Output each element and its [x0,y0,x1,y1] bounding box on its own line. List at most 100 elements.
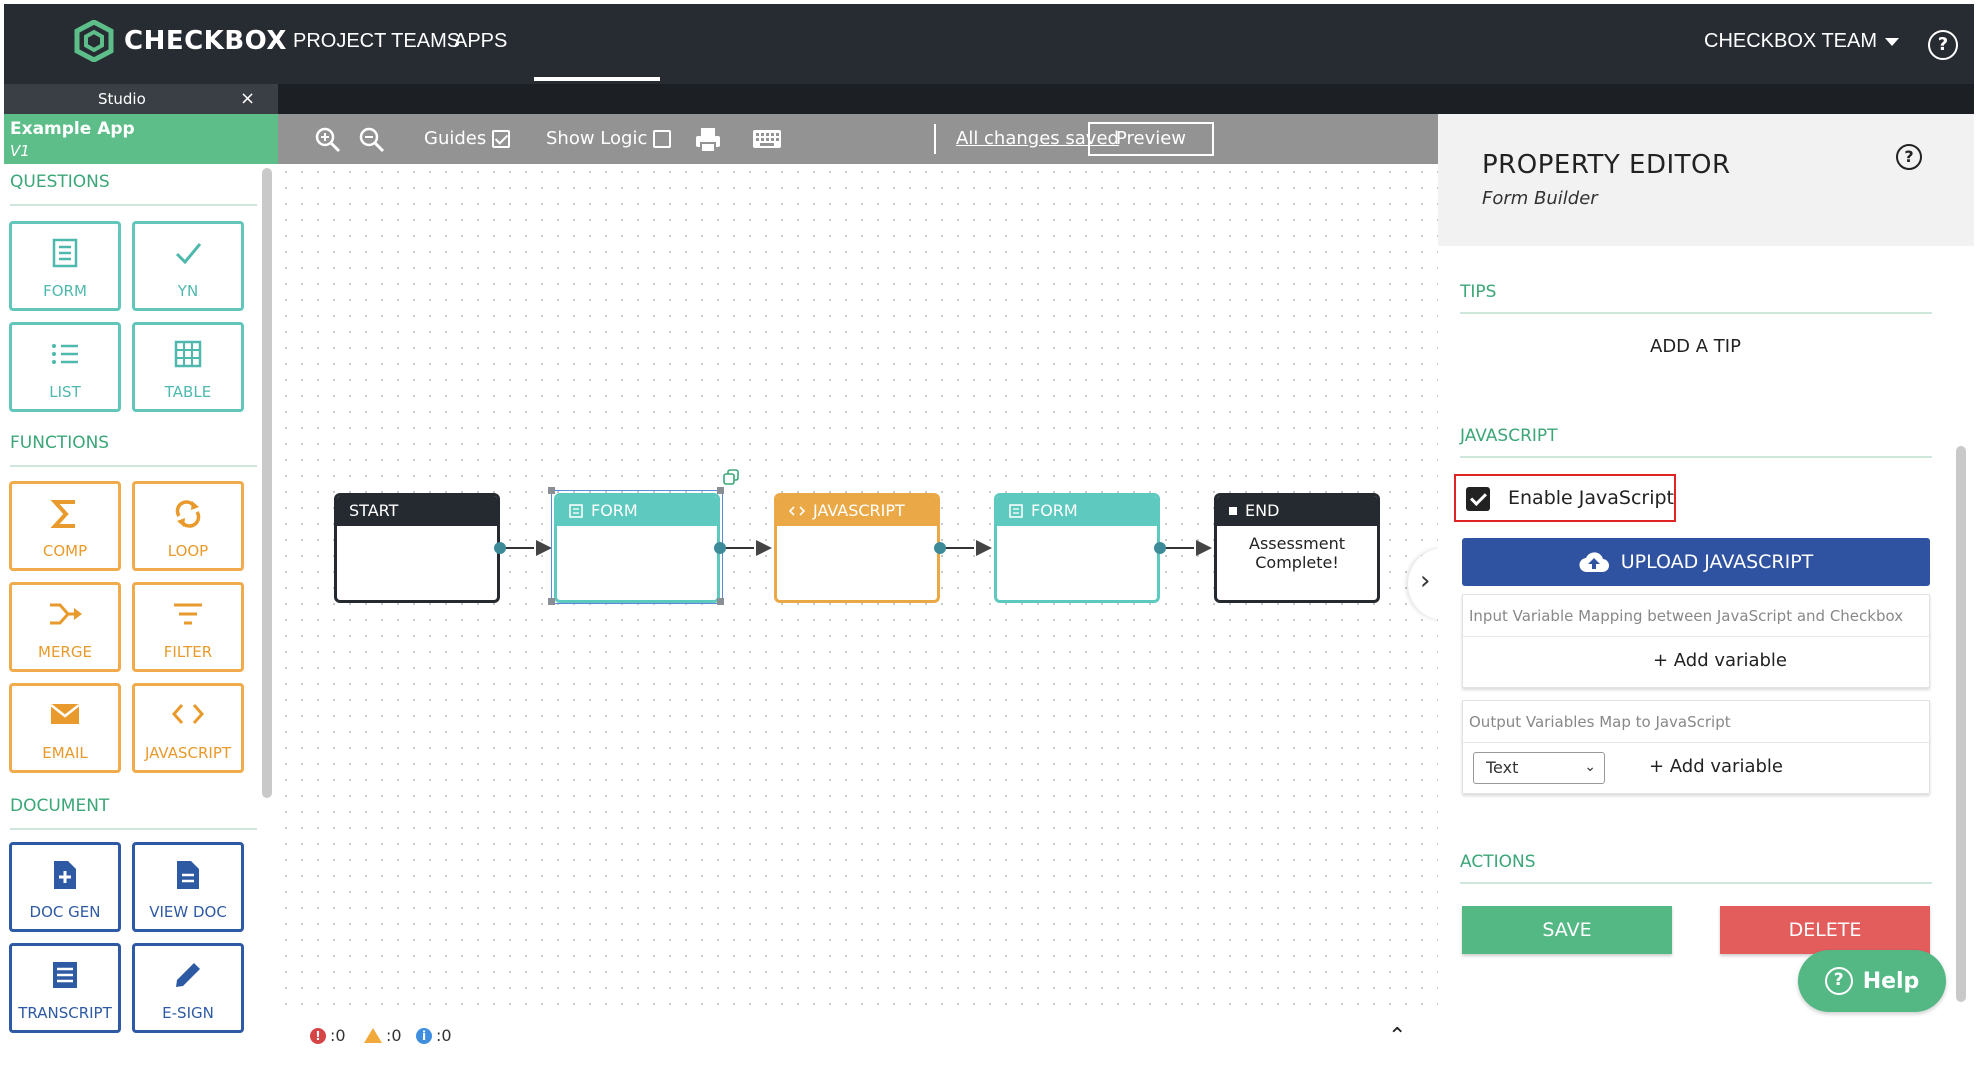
nav-apps[interactable]: APPS [454,30,507,53]
show-logic-toggle[interactable]: Show Logic [546,128,672,149]
team-menu-label: CHECKBOX TEAM [1704,30,1877,52]
enable-javascript-toggle[interactable]: Enable JavaScript [1454,474,1676,522]
save-button[interactable]: SAVE [1462,906,1672,954]
tile-label: LOOP [167,542,209,560]
status-info[interactable]: i :0 [416,1026,452,1045]
check-icon [175,243,202,265]
tile-transcript[interactable]: TRANSCRIPT [9,943,121,1033]
section-divider [10,465,257,467]
tile-email[interactable]: EMAIL [9,683,121,773]
stop-square-icon [1229,507,1237,515]
flow-node-end[interactable]: END Assessment Complete! [1214,493,1380,603]
doc-icon [177,861,199,889]
tile-e-sign[interactable]: E-SIGN [132,943,244,1033]
doc-plus-icon [54,861,76,889]
chevron-right-icon: › [1420,566,1431,596]
save-status-link[interactable]: All changes saved [956,128,1119,149]
tile-doc-gen[interactable]: DOC GEN [9,842,121,932]
section-questions: QUESTIONS [10,172,110,192]
guides-label: Guides [424,128,487,149]
duplicate-icon[interactable] [722,468,740,486]
print-icon[interactable] [694,126,722,154]
question-circle-icon[interactable]: ? [1896,144,1922,170]
add-output-variable-button[interactable]: + Add variable [1649,756,1783,777]
resize-handle[interactable] [717,598,724,605]
tile-merge[interactable]: MERGE [9,582,121,672]
cloud-upload-icon [1579,552,1609,573]
node-port[interactable] [714,542,726,554]
transcript-icon [53,962,77,988]
error-icon: ! [310,1027,326,1044]
output-variable-mapping-card: Output Variables Map to JavaScript Text … [1462,700,1930,794]
close-icon[interactable]: × [240,88,255,109]
sidebar-scrollbar[interactable] [262,168,272,798]
zoom-in-icon[interactable] [314,126,342,154]
tile-comp[interactable]: COMP [9,481,121,571]
guides-checkbox[interactable] [492,129,511,148]
tile-filter[interactable]: FILTER [132,582,244,672]
node-port[interactable] [494,542,506,554]
flow-node-javascript[interactable]: JAVASCRIPT [774,493,940,603]
resize-handle[interactable] [717,487,724,494]
nav-project-teams[interactable]: PROJECT TEAMS [293,30,460,53]
tile-javascript[interactable]: JAVASCRIPT [132,683,244,773]
add-input-variable-button[interactable]: + Add variable [1653,650,1787,671]
form-icon [1009,504,1023,518]
help-button[interactable]: ? Help [1798,950,1946,1012]
brand-logo[interactable]: CHECKBOX [74,20,287,62]
node-body: Assessment Complete! [1217,526,1377,572]
tile-label: TRANSCRIPT [18,1004,112,1022]
app-version: V1 [10,142,30,160]
guides-toggle[interactable]: Guides [424,128,511,149]
keyboard-icon[interactable] [752,128,782,150]
property-editor-header [1438,114,1974,246]
property-editor-subtitle: Form Builder [1482,188,1598,209]
tile-label: EMAIL [42,744,88,762]
output-type-select[interactable]: Text ⌄ [1473,752,1605,784]
status-warnings[interactable]: :0 [364,1026,402,1045]
sigma-icon [50,500,75,528]
tile-loop[interactable]: LOOP [132,481,244,571]
help-label: Help [1862,968,1920,994]
node-header: END [1217,496,1377,526]
node-port[interactable] [934,542,946,554]
delete-button[interactable]: DELETE [1720,906,1930,954]
node-title: JAVASCRIPT [813,501,905,520]
section-tips: TIPS [1460,282,1497,302]
upload-javascript-button[interactable]: UPLOAD JAVASCRIPT [1462,538,1930,586]
node-port[interactable] [1154,542,1166,554]
resize-handle[interactable] [548,598,555,605]
add-tip-button[interactable]: ADD A TIP [1650,336,1741,357]
canvas-toolbar: Guides Show Logic Preview All changes sa… [278,114,1438,164]
enable-javascript-checkbox[interactable] [1466,487,1490,511]
show-logic-checkbox[interactable] [653,129,672,148]
filter-icon [174,603,202,625]
flow-node-form-2[interactable]: FORM [994,493,1160,603]
node-body-line: Assessment [1249,534,1345,553]
tile-form[interactable]: FORM [9,221,121,311]
arrow-head-icon [536,540,552,556]
upload-javascript-label: UPLOAD JAVASCRIPT [1620,551,1814,573]
resize-handle[interactable] [548,487,555,494]
flow-node-start[interactable]: START [334,493,500,603]
panel-scrollbar[interactable] [1956,446,1966,1002]
tile-view-doc[interactable]: VIEW DOC [132,842,244,932]
node-selection-box [551,490,723,604]
team-menu[interactable]: CHECKBOX TEAM [1704,30,1899,53]
tile-label: TABLE [164,383,212,401]
tile-label: YN [177,282,199,300]
zoom-out-icon[interactable] [358,126,386,154]
chevron-up-icon[interactable]: ⌃ [1388,1024,1406,1049]
top-navbar: CHECKBOX PROJECT TEAMS APPS CHECKBOX TEA… [4,4,1974,84]
section-divider [10,828,257,830]
studio-tab[interactable]: Studio × [4,84,278,114]
toolbar-divider [934,124,936,154]
question-circle-icon[interactable]: ? [1928,30,1958,60]
tile-table[interactable]: TABLE [132,322,244,412]
tile-yn[interactable]: YN [132,221,244,311]
tile-list[interactable]: LIST [9,322,121,412]
status-errors[interactable]: ! :0 [310,1026,346,1045]
code-icon [789,506,805,516]
enable-javascript-label: Enable JavaScript [1508,487,1674,509]
section-javascript: JAVASCRIPT [1460,426,1558,446]
